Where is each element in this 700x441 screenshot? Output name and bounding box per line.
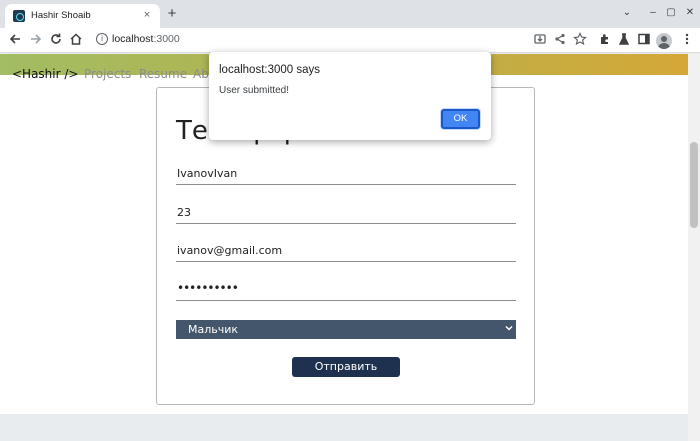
alert-ok-button[interactable]: OK (441, 109, 480, 129)
site-brand[interactable]: <Hashir /> (12, 67, 78, 81)
nav-link-resume[interactable]: Resume (139, 67, 187, 81)
name-input[interactable]: IvanovIvan (176, 164, 516, 185)
reload-icon[interactable] (48, 32, 64, 48)
back-arrow-icon[interactable] (7, 32, 23, 48)
nav-link-projects[interactable]: Projects (84, 67, 131, 81)
tab-title: Hashir Shoaib (31, 10, 91, 21)
name-input-value: IvanovIvan (177, 167, 238, 180)
react-favicon-icon (13, 10, 25, 22)
sidepanel-icon[interactable] (636, 32, 652, 48)
home-icon[interactable] (68, 32, 84, 48)
scrollbar-thumb[interactable] (690, 142, 698, 228)
nav-link-about[interactable]: Ab (193, 67, 209, 81)
age-input[interactable]: 23 (176, 203, 516, 224)
chevron-down-icon (505, 323, 513, 336)
submit-button[interactable]: Отправить (292, 357, 400, 377)
password-input[interactable]: •••••••••• (176, 280, 516, 301)
page-scrollbar[interactable] (688, 54, 700, 441)
lab-icon[interactable] (616, 32, 632, 48)
maximize-icon[interactable]: ▢ (664, 7, 678, 19)
alert-title: localhost:3000 says (219, 64, 321, 76)
tab-search-icon[interactable]: ⌄ (620, 7, 634, 19)
alert-dialog: localhost:3000 says User submitted! OK (209, 52, 491, 140)
password-input-value: •••••••••• (177, 281, 239, 295)
minimize-icon[interactable]: – (646, 7, 660, 19)
share-icon[interactable] (552, 32, 568, 48)
url-host: localhost (112, 33, 154, 45)
profile-icon[interactable] (656, 33, 672, 49)
browser-tab[interactable]: Hashir Shoaib × (5, 4, 160, 28)
tab-strip: Hashir Shoaib × + ⌄ – ▢ ✕ (0, 0, 700, 28)
address-bar[interactable]: localhost:3000 (112, 33, 180, 45)
age-input-value: 23 (177, 206, 191, 219)
browser-toolbar: i localhost:3000 (0, 28, 700, 53)
email-input-value: ivanov@gmail.com (177, 244, 283, 257)
new-tab-button[interactable]: + (164, 6, 180, 22)
menu-icon[interactable] (679, 32, 695, 48)
email-input[interactable]: ivanov@gmail.com (176, 241, 516, 262)
install-icon[interactable] (532, 32, 548, 48)
star-icon[interactable] (572, 32, 588, 48)
close-window-icon[interactable]: ✕ (683, 7, 697, 19)
url-port: :3000 (153, 33, 180, 45)
alert-message: User submitted! (219, 85, 290, 96)
extensions-icon[interactable] (597, 32, 613, 48)
page-footer (0, 414, 688, 441)
gender-select-value: Мальчик (188, 323, 239, 336)
tab-close-icon[interactable]: × (140, 8, 154, 22)
forward-arrow-icon[interactable] (28, 32, 44, 48)
gender-select[interactable]: Мальчик (176, 320, 516, 339)
site-info-icon[interactable]: i (96, 33, 108, 45)
